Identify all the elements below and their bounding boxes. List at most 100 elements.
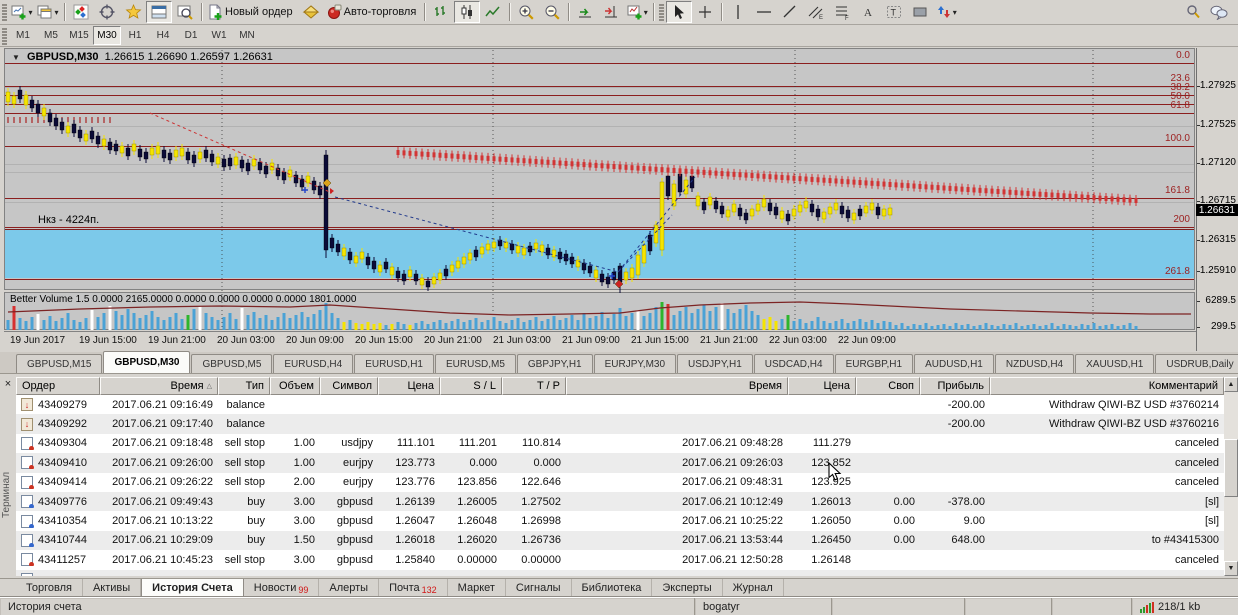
chart-tab-usdrubdaily[interactable]: USDRUB,Daily — [1155, 354, 1238, 373]
chart-tab-gbpusdm30[interactable]: GBPUSD,M30 — [103, 351, 190, 373]
price-axis[interactable]: 1.279251.275251.271201.267151.263151.259… — [1196, 48, 1238, 351]
chart-tab-nzdusdh4[interactable]: NZDUSD,H4 — [995, 354, 1074, 373]
timeframe-button-h4[interactable]: H4 — [149, 26, 177, 45]
profiles-button[interactable]: ▾ — [35, 1, 61, 23]
horizontal-line-button[interactable] — [751, 1, 777, 23]
scroll-down-icon[interactable]: ▼ — [1224, 561, 1238, 576]
timeframe-button-mn[interactable]: MN — [233, 26, 261, 45]
cursor-button[interactable] — [666, 1, 692, 23]
new-order-button[interactable]: Новый ордер — [205, 1, 298, 23]
terminal-tab-алерты[interactable]: Алерты — [319, 579, 379, 597]
auto-scroll-button[interactable] — [572, 1, 598, 23]
indicators-button[interactable]: ▾ — [624, 1, 650, 23]
terminal-tab-библиотека[interactable]: Библиотека — [572, 579, 653, 597]
terminal-tab-сигналы[interactable]: Сигналы — [506, 579, 572, 597]
table-row[interactable]: 434107442017.06.21 10:29:09buy1.50gbpusd… — [16, 531, 1224, 550]
toolbar-grip[interactable] — [2, 3, 7, 21]
vertical-line-button[interactable] — [725, 1, 751, 23]
zoom-out-button[interactable] — [539, 1, 565, 23]
terminal-tab-торговля[interactable]: Торговля — [16, 579, 83, 597]
column-header[interactable]: Символ — [320, 377, 378, 395]
terminal-tab-маркет[interactable]: Маркет — [448, 579, 506, 597]
trendline-button[interactable] — [777, 1, 803, 23]
toolbar-grip[interactable] — [2, 27, 7, 45]
terminal-tab-почта[interactable]: Почта132 — [379, 579, 448, 597]
table-row[interactable]: ↓434092792017.06.21 09:16:49balance-200.… — [16, 395, 1224, 414]
shapes-button[interactable] — [907, 1, 933, 23]
table-row[interactable]: 434094142017.06.21 09:26:22sell stop2.00… — [16, 473, 1224, 492]
chart-tab-audusdh1[interactable]: AUDUSD,H1 — [914, 354, 994, 373]
timeframe-button-m15[interactable]: M15 — [65, 26, 93, 45]
timeframe-button-m1[interactable]: M1 — [9, 26, 37, 45]
table-row[interactable]: 434112572017.06.21 10:45:23sell stop3.00… — [16, 550, 1224, 569]
terminal-button[interactable] — [146, 1, 172, 23]
table-row[interactable]: ↓434092922017.06.21 09:17:40balance-200.… — [16, 414, 1224, 433]
new-chart-button[interactable]: ▾ — [9, 1, 35, 23]
chart-shift-button[interactable] — [598, 1, 624, 23]
column-header[interactable]: S / L — [440, 377, 502, 395]
column-header[interactable]: Прибыль — [920, 377, 990, 395]
column-header[interactable]: Объем — [270, 377, 320, 395]
equidistant-channel-button[interactable]: E — [803, 1, 829, 23]
terminal-tab-новости[interactable]: Новости99 — [244, 579, 320, 597]
chart-tab-eurusdm5[interactable]: EURUSD,M5 — [435, 354, 516, 373]
column-header[interactable]: Комментарий — [990, 377, 1224, 395]
table-row[interactable]: 434103542017.06.21 10:13:22buy3.00gbpusd… — [16, 511, 1224, 530]
zoom-in-button[interactable] — [513, 1, 539, 23]
community-chat-button[interactable] — [1206, 1, 1232, 23]
chart-tab-gbpusdm15[interactable]: GBPUSD,M15 — [16, 354, 102, 373]
chart-tab-eurusdh1[interactable]: EURUSD,H1 — [354, 354, 434, 373]
strategy-tester-button[interactable] — [172, 1, 198, 23]
crosshair-button[interactable] — [692, 1, 718, 23]
search-button[interactable] — [1180, 1, 1206, 23]
time-axis[interactable]: 19 Jun 201719 Jun 15:0019 Jun 21:0020 Ju… — [4, 331, 1196, 352]
navigator-button[interactable] — [120, 1, 146, 23]
chart-tab-usdcadh4[interactable]: USDCAD,H4 — [754, 354, 834, 373]
column-header[interactable]: Тип — [218, 377, 270, 395]
close-icon[interactable]: × — [2, 379, 14, 391]
table-row[interactable]: 434093042017.06.21 09:18:48sell stop1.00… — [16, 434, 1224, 453]
terminal-tab-журнал[interactable]: Журнал — [723, 579, 784, 597]
column-header[interactable]: Время — [566, 377, 788, 395]
column-header[interactable]: Своп — [856, 377, 920, 395]
chart-tab-gbpusdm5[interactable]: GBPUSD,M5 — [191, 354, 272, 373]
timeframe-button-h1[interactable]: H1 — [121, 26, 149, 45]
chart-tab-usdjpyh1[interactable]: USDJPY,H1 — [677, 354, 753, 373]
scroll-up-icon[interactable]: ▲ — [1224, 377, 1238, 392]
column-header[interactable]: T / P — [502, 377, 566, 395]
timeframe-button-w1[interactable]: W1 — [205, 26, 233, 45]
column-header[interactable]: Цена — [788, 377, 856, 395]
chart-main-pane[interactable]: 0.023.638.250.061.8100.0161.8200261.8 — [4, 48, 1195, 290]
data-window-button[interactable] — [94, 1, 120, 23]
table-row[interactable]: 434097762017.06.21 09:49:43buy3.00gbpusd… — [16, 492, 1224, 511]
market-watch-button[interactable] — [68, 1, 94, 23]
arrows-button[interactable]: ▾ — [933, 1, 959, 23]
bar-chart-button[interactable] — [428, 1, 454, 23]
vertical-scrollbar[interactable]: ▲ ▼ — [1224, 377, 1238, 576]
column-header[interactable]: Ордер — [16, 377, 100, 395]
table-row[interactable] — [16, 570, 1224, 576]
timeframe-button-m30[interactable]: M30 — [93, 26, 121, 45]
timeframe-button-m5[interactable]: M5 — [37, 26, 65, 45]
line-chart-button[interactable] — [480, 1, 506, 23]
toolbar-grip[interactable] — [659, 3, 664, 21]
metaeditor-button[interactable] — [298, 1, 324, 23]
chart-tab-xauusdh1[interactable]: XAUUSD,H1 — [1075, 354, 1154, 373]
chart-tab-eurusdh4[interactable]: EURUSD,H4 — [273, 354, 353, 373]
column-header[interactable]: Цена — [378, 377, 440, 395]
chart-tab-eurjpym30[interactable]: EURJPY,M30 — [594, 354, 676, 373]
text-label-button[interactable]: T — [881, 1, 907, 23]
autotrading-button[interactable]: Авто-торговля — [324, 1, 422, 23]
terminal-tab-история-счета[interactable]: История Счета — [141, 579, 244, 597]
fibonacci-button[interactable]: F — [829, 1, 855, 23]
column-header[interactable]: Время△ — [100, 377, 218, 395]
scrollbar-thumb[interactable] — [1224, 439, 1238, 497]
timeframe-button-d1[interactable]: D1 — [177, 26, 205, 45]
chart-tab-gbpjpyh1[interactable]: GBPJPY,H1 — [517, 354, 593, 373]
terminal-tab-эксперты[interactable]: Эксперты — [652, 579, 722, 597]
chart-tab-eurgbph1[interactable]: EURGBP,H1 — [835, 354, 914, 373]
chart-collapse-icon[interactable]: ▼ — [12, 53, 20, 62]
text-button[interactable]: A — [855, 1, 881, 23]
terminal-tab-активы[interactable]: Активы — [83, 579, 141, 597]
candlestick-chart-button[interactable] — [454, 1, 480, 23]
